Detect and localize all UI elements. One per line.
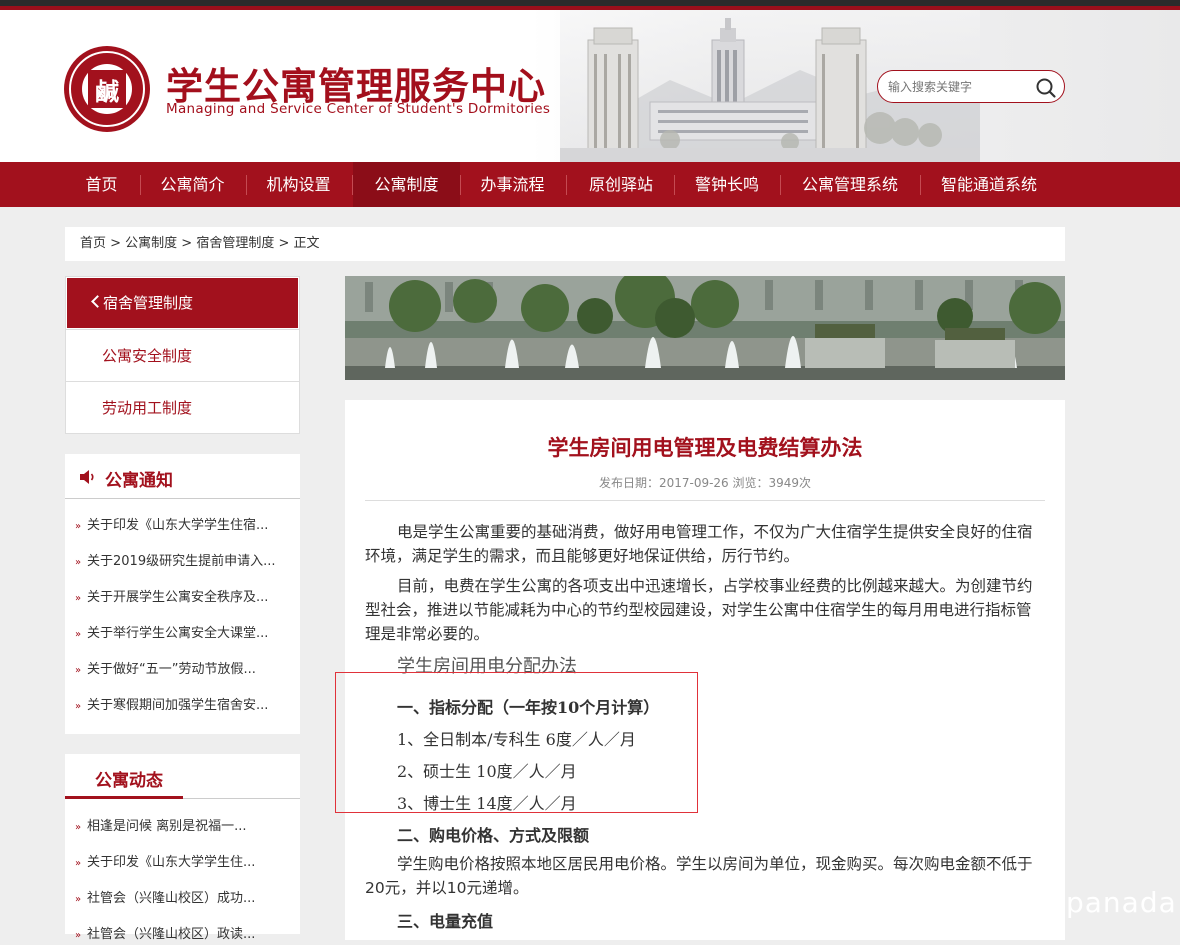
paragraph: 目前，电费在学生公寓的各项支出中迅速增长，占学校事业经费的比例越来越大。为创建节… xyxy=(365,577,1033,643)
bullet-icon: » xyxy=(75,822,82,833)
nav-item-structure[interactable]: 机构设置 xyxy=(250,162,347,207)
notice-panel: 公寓通知 » 关于印发《山东大学学生住宿... » 关于2019级研究生提前申请入.… xyxy=(65,454,300,734)
list-item[interactable]: » 关于印发《山东大学学生住宿... xyxy=(75,516,295,536)
nav-item-station[interactable]: 原创驿站 xyxy=(570,162,672,207)
bullet-icon: » xyxy=(75,593,82,604)
site-subtitle: Managing and Service Center of Student's… xyxy=(166,101,551,117)
bullet-icon: » xyxy=(75,858,82,869)
list-item[interactable]: » 关于开展学生公寓安全秩序及... xyxy=(75,588,295,608)
article: 学生房间用电管理及电费结算办法 发布日期：2017-09-26 浏览：3949次… xyxy=(335,400,1065,940)
top-strip xyxy=(0,0,1180,10)
university-logo[interactable]: 鹹 xyxy=(64,46,150,132)
search-input[interactable] xyxy=(886,77,1026,97)
search-box[interactable] xyxy=(877,70,1065,103)
speaker-icon xyxy=(80,470,94,484)
article-meta: 发布日期：2017-09-26 浏览：3949次 xyxy=(598,476,812,490)
breadcrumb[interactable]: 首页 > 公寓制度 > 宿舍管理制度 > 正文 xyxy=(65,227,1065,261)
subnav-item-labor[interactable]: 劳动用工制度 xyxy=(66,381,299,433)
bullet-icon: » xyxy=(75,930,82,941)
main-nav: 首页 公寓简介 机构设置 公寓制度 办事流程 原创驿站 警钟长鸣 公寓管理系统 … xyxy=(0,162,1180,207)
bullet-icon: » xyxy=(75,521,82,532)
article-title: 学生房间用电管理及电费结算办法 xyxy=(547,436,863,460)
news-panel: 公寓动态 » 相逢是问候 离别是祝福一... » 关于印发《山东大学学生住... »… xyxy=(65,754,300,942)
nav-item-rules[interactable]: 公寓制度 xyxy=(353,162,460,207)
list-item: 2、硕士生 10度／人／月 xyxy=(397,762,577,781)
news-title: 公寓动态 xyxy=(95,771,163,791)
bullet-icon: » xyxy=(75,701,82,712)
list-item[interactable]: » 关于寒假期间加强学生宿舍安... xyxy=(75,696,295,716)
list-item: 3、博士生 14度／人／月 xyxy=(397,794,577,813)
list-item[interactable]: » 相逢是问候 离别是祝福一... xyxy=(75,817,295,837)
sidebar-subnav: 宿舍管理制度 公寓安全制度 劳动用工制度 xyxy=(65,276,300,434)
paragraph: 电是学生公寓重要的基础消费，做好用电管理工作，不仅为广大住宿学生提供安全良好的住… xyxy=(365,523,1033,565)
bullet-icon: » xyxy=(75,894,82,905)
nav-item-intro[interactable]: 公寓简介 xyxy=(144,162,241,207)
list-item[interactable]: » 关于2019级研究生提前申请入... xyxy=(75,552,295,572)
nav-item-alarm[interactable]: 警钟长鸣 xyxy=(678,162,776,207)
nav-item-mgmt-system[interactable]: 公寓管理系统 xyxy=(784,162,916,207)
subnav-title: 宿舍管理制度 xyxy=(103,294,194,312)
logo-seal: 鹹 xyxy=(88,70,126,108)
notice-title: 公寓通知 xyxy=(105,471,173,491)
bullet-icon: » xyxy=(75,665,82,676)
bullet-icon: » xyxy=(75,629,82,640)
section-title: 二、购电价格、方式及限额 xyxy=(397,826,590,845)
nav-item-home[interactable]: 首页 xyxy=(70,162,133,207)
bullet-icon: » xyxy=(75,557,82,568)
search-icon[interactable] xyxy=(1035,77,1057,99)
nav-item-smart-gate[interactable]: 智能通道系统 xyxy=(924,162,1054,207)
section-title: 一、指标分配（一年按10个月计算） xyxy=(397,698,660,717)
list-item[interactable]: » 关于印发《山东大学学生住... xyxy=(75,853,295,873)
paragraph: 学生购电价格按照本地区居民用电价格。学生以房间为单位，现金购买。每次购电金额不低… xyxy=(365,855,1033,897)
list-item[interactable]: » 关于做好“五一”劳动节放假... xyxy=(75,660,295,680)
chevron-left-icon xyxy=(91,295,104,308)
subnav-item-safety[interactable]: 公寓安全制度 xyxy=(66,329,299,381)
list-item[interactable]: » 关于举行学生公寓安全大课堂... xyxy=(75,624,295,644)
list-item[interactable]: » 社管会（兴隆山校区）成功... xyxy=(75,889,295,909)
watermark: panada xyxy=(1066,886,1177,919)
list-item: 1、全日制本/专科生 6度／人／月 xyxy=(397,730,636,749)
nav-item-process[interactable]: 办事流程 xyxy=(464,162,561,207)
list-item[interactable]: » 社管会（兴隆山校区）政读... xyxy=(75,925,295,945)
site-header: 鹹 学生公寓管理服务中心 Managing and Service Center… xyxy=(0,10,1180,162)
subnav-header[interactable]: 宿舍管理制度 xyxy=(67,278,298,328)
section-title: 三、电量充值 xyxy=(397,912,494,931)
banner-image xyxy=(345,276,1065,380)
